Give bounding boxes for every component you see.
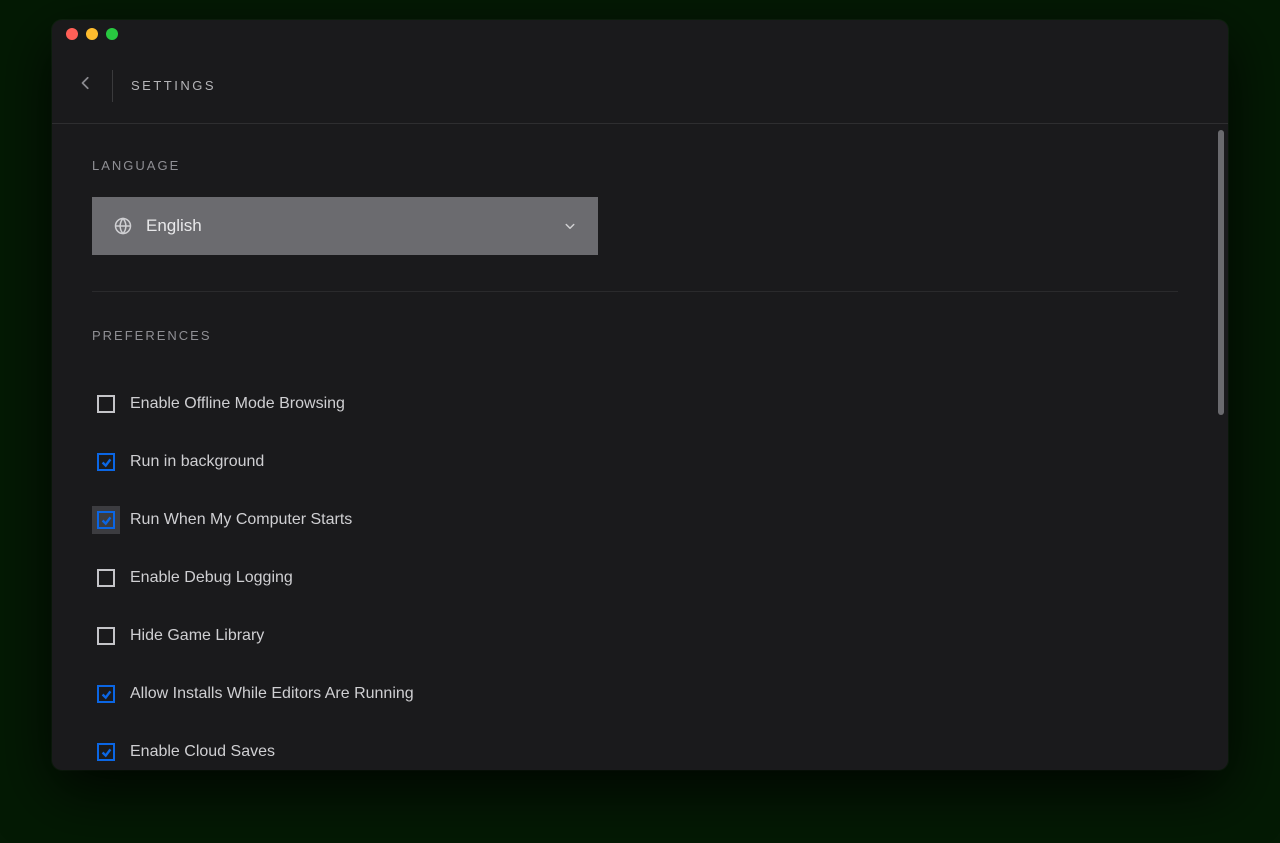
- language-selected-value: English: [146, 216, 564, 236]
- language-dropdown[interactable]: English: [92, 197, 598, 255]
- preferences-section-label: PREFERENCES: [92, 328, 1178, 343]
- preferences-list: Enable Offline Mode Browsing Run in backg…: [92, 367, 1178, 770]
- settings-content: LANGUAGE English PREFERENCES Enable Offl…: [52, 124, 1218, 770]
- section-divider: [92, 291, 1178, 292]
- checkbox[interactable]: [97, 627, 115, 645]
- checkbox-label: Run in background: [130, 453, 264, 471]
- check-icon: [101, 747, 112, 758]
- check-icon: [101, 457, 112, 468]
- scrollbar-thumb[interactable]: [1218, 130, 1224, 415]
- checkbox[interactable]: [97, 395, 115, 413]
- checkbox[interactable]: [97, 743, 115, 761]
- preference-row[interactable]: Enable Cloud Saves: [92, 727, 1178, 770]
- checkbox-wrapper: [92, 390, 120, 418]
- checkbox-wrapper: [92, 564, 120, 592]
- window-titlebar: [52, 20, 1228, 48]
- content-wrapper: LANGUAGE English PREFERENCES Enable Offl…: [52, 124, 1228, 770]
- checkbox[interactable]: [97, 685, 115, 703]
- preference-row[interactable]: Run When My Computer Starts: [92, 495, 1178, 545]
- scrollbar-track[interactable]: [1218, 124, 1228, 770]
- chevron-down-icon: [564, 220, 576, 232]
- preference-row[interactable]: Allow Installs While Editors Are Running: [92, 669, 1178, 719]
- checkbox-label: Hide Game Library: [130, 627, 264, 645]
- preference-row[interactable]: Run in background: [92, 437, 1178, 487]
- page-header: SETTINGS: [52, 48, 1228, 124]
- chevron-left-icon: [79, 76, 93, 95]
- checkbox-wrapper: [92, 622, 120, 650]
- preference-row[interactable]: Enable Offline Mode Browsing: [92, 379, 1178, 429]
- app-window: SETTINGS LANGUAGE English PREFERENC: [52, 20, 1228, 770]
- page-title: SETTINGS: [131, 78, 216, 93]
- language-section-label: LANGUAGE: [92, 158, 1178, 173]
- checkbox-wrapper: [92, 680, 120, 708]
- preference-row[interactable]: Enable Debug Logging: [92, 553, 1178, 603]
- window-close-button[interactable]: [66, 28, 78, 40]
- window-zoom-button[interactable]: [106, 28, 118, 40]
- checkbox-wrapper: [92, 738, 120, 766]
- back-button[interactable]: [70, 70, 102, 102]
- preference-row[interactable]: Hide Game Library: [92, 611, 1178, 661]
- checkbox-label: Run When My Computer Starts: [130, 511, 352, 529]
- check-icon: [101, 515, 112, 526]
- checkbox-wrapper: [92, 448, 120, 476]
- checkbox[interactable]: [97, 569, 115, 587]
- checkbox-label: Enable Cloud Saves: [130, 743, 275, 761]
- checkbox[interactable]: [97, 511, 115, 529]
- checkbox[interactable]: [97, 453, 115, 471]
- header-divider: [112, 70, 113, 102]
- window-minimize-button[interactable]: [86, 28, 98, 40]
- checkbox-label: Allow Installs While Editors Are Running: [130, 685, 414, 703]
- checkbox-wrapper: [92, 506, 120, 534]
- checkbox-label: Enable Offline Mode Browsing: [130, 395, 345, 413]
- check-icon: [101, 689, 112, 700]
- checkbox-label: Enable Debug Logging: [130, 569, 293, 587]
- globe-icon: [114, 217, 132, 235]
